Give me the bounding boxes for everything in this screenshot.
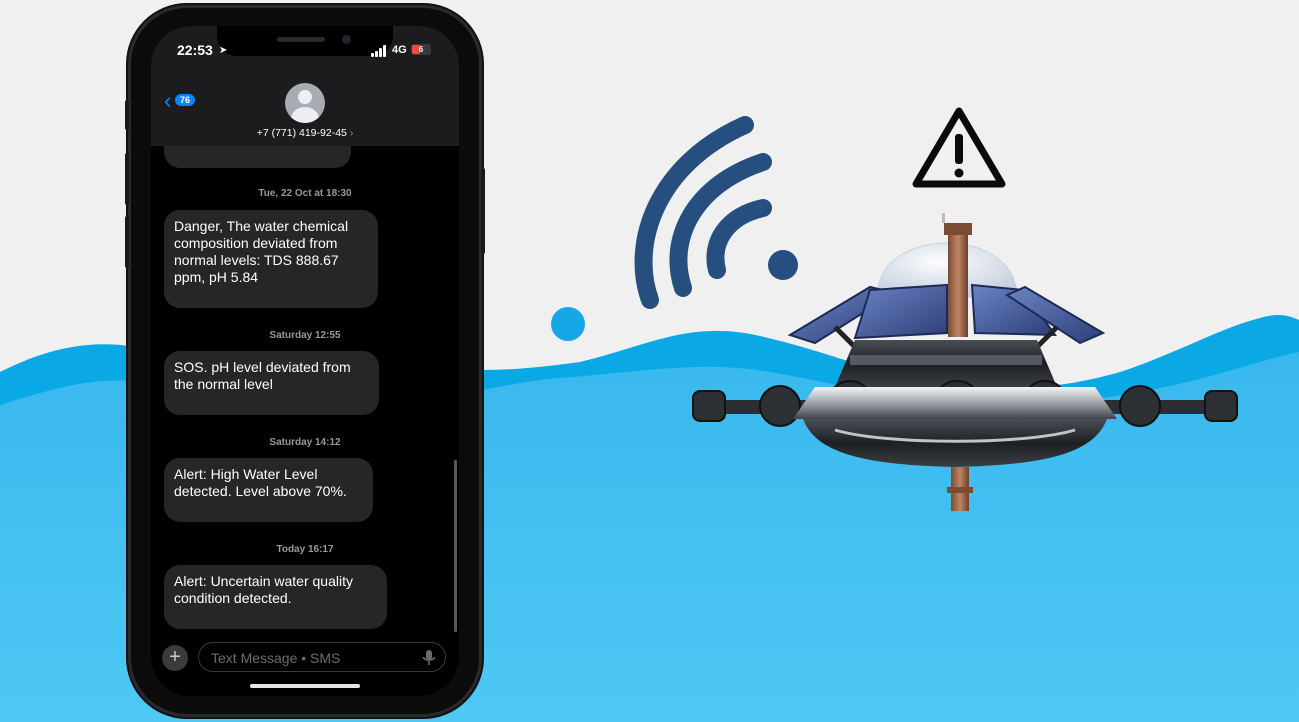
message-timestamp: Saturday 12:55 <box>269 330 341 341</box>
battery-icon: 6 <box>411 44 431 55</box>
back-unread-count[interactable]: 76 <box>175 94 196 106</box>
message-composer: + <box>151 638 459 678</box>
message-line: SOS. pH level deviated from <box>174 359 351 375</box>
chevron-right-icon: › <box>349 127 354 139</box>
home-indicator[interactable] <box>250 684 360 688</box>
phone-screen: ‹ 76 +7 (771) 419-92-45 › 22:53 ➤ 4G 6 T… <box>151 26 459 696</box>
message-bubble[interactable]: Alert: Uncertain water quality condition… <box>164 565 387 629</box>
message-bubble[interactable]: SOS. pH level deviated from the normal l… <box>164 351 379 415</box>
message-line: condition detected. <box>174 590 292 606</box>
chevron-left-icon[interactable]: ‹ <box>164 90 171 112</box>
phone-side-button <box>125 100 129 130</box>
cellular-signal-icon <box>371 45 387 57</box>
message-thread[interactable]: Tue, 22 Oct at 18:30 Danger, The water c… <box>151 116 459 646</box>
contact-number[interactable]: +7 (771) 419-92-45 › <box>151 127 459 139</box>
message-timestamp: Saturday 14:12 <box>269 437 341 448</box>
message-line: composition deviated from <box>174 235 338 251</box>
message-bubble[interactable]: Alert: High Water Level detected. Level … <box>164 458 373 522</box>
message-line: Alert: High Water Level <box>174 466 318 482</box>
phone-power-button <box>481 168 485 254</box>
message-timestamp: Tue, 22 Oct at 18:30 <box>258 188 352 199</box>
scene: ‹ 76 +7 (771) 419-92-45 › 22:53 ➤ 4G 6 T… <box>0 0 1299 722</box>
status-time: 22:53 <box>177 42 213 58</box>
message-line: normal levels: TDS 888.67 <box>174 252 339 268</box>
message-line: Danger, The water chemical <box>174 218 349 234</box>
network-type: 4G <box>392 44 407 56</box>
person-avatar-icon[interactable] <box>285 83 325 123</box>
avatar-body <box>291 107 319 123</box>
add-attachment-button[interactable]: + <box>162 645 188 671</box>
phone: ‹ 76 +7 (771) 419-92-45 › 22:53 ➤ 4G 6 T… <box>125 8 485 714</box>
warning-triangle-icon <box>912 107 1006 188</box>
phone-volume-down <box>125 216 129 268</box>
water-splash-drop <box>551 307 585 341</box>
location-arrow-icon: ➤ <box>219 45 228 56</box>
avatar-head <box>298 90 312 104</box>
message-input[interactable] <box>209 648 413 668</box>
message-timestamp: Today 16:17 <box>276 544 334 555</box>
message-line: ppm, pH 5.84 <box>174 269 259 285</box>
status-bar: 22:53 ➤ 4G 6 <box>151 41 459 61</box>
microphone-icon[interactable] <box>422 650 436 666</box>
battery-percent: 6 <box>418 45 424 54</box>
thread-scrollbar[interactable] <box>454 460 457 632</box>
message-line: detected. Level above 70%. <box>174 483 347 499</box>
phone-volume-up <box>125 153 129 205</box>
message-line: Alert: Uncertain water quality <box>174 573 353 589</box>
contact-number-text: +7 (771) 419-92-45 <box>256 127 347 139</box>
message-input-field[interactable] <box>198 642 446 672</box>
message-bubble[interactable]: Danger, The water chemical composition d… <box>164 210 378 308</box>
message-line: the normal level <box>174 376 273 392</box>
water-monitoring-buoy <box>692 213 1238 511</box>
